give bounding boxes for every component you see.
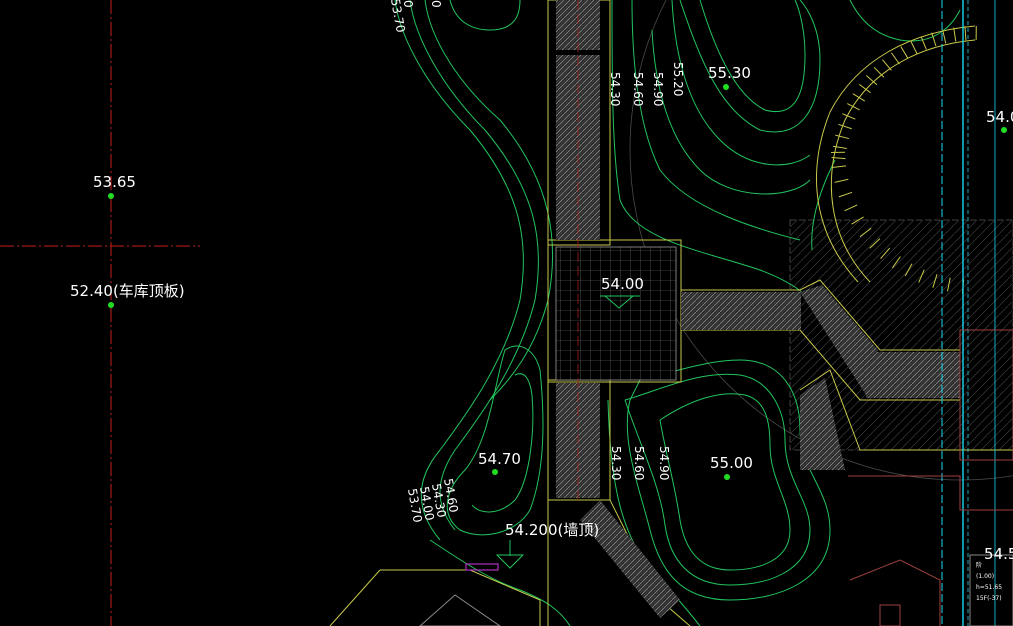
spot-elevation-label: 54.200(墙顶) xyxy=(505,521,600,539)
contour-label: 55.20 xyxy=(671,62,685,97)
ring-block-tick xyxy=(964,26,967,41)
spot-elevation-label: 53.65 xyxy=(93,173,136,191)
ring-block-tick xyxy=(844,204,858,212)
spot-elevation-label: 54.70 xyxy=(478,450,521,468)
spot-elevation-label: 54.0 xyxy=(986,108,1013,126)
contour-label: 54.60 xyxy=(631,72,645,107)
wall-mark xyxy=(465,563,499,571)
ring-block-tick xyxy=(852,93,866,102)
spot-elevation-label: 54.00 xyxy=(601,275,644,293)
ring-block-tick xyxy=(842,113,856,120)
spot-elevation-label: 55.00 xyxy=(710,454,753,472)
spot-elevation-label: 55.30 xyxy=(708,64,751,82)
contour-label: 0 xyxy=(401,0,415,8)
contour-label: 54.90 xyxy=(651,72,665,107)
spot-elevation-label: 52.40(车库顶板) xyxy=(70,282,185,300)
ring-block-tick xyxy=(910,40,918,54)
ring-block-tick xyxy=(873,66,885,78)
contour-label: 54.30 xyxy=(608,72,622,107)
ring-block-tick xyxy=(838,191,853,198)
legend-line: 阶 xyxy=(976,562,983,569)
ring-block-tick xyxy=(858,83,871,94)
ring-block-tick xyxy=(834,178,849,183)
grid-plaza xyxy=(555,246,677,381)
legend-line: 15F(-37) xyxy=(976,595,1002,602)
lower-left-building xyxy=(419,594,501,626)
ring-block-tick xyxy=(838,123,852,130)
contour-label: 0 xyxy=(429,0,443,8)
ring-block-tick xyxy=(900,46,909,59)
ring-block-tick xyxy=(832,165,847,169)
ring-block-tick xyxy=(832,145,847,150)
ring-block-tick xyxy=(931,32,937,47)
contour-label: 54.30 xyxy=(609,446,623,481)
legend-box: 阶 (1.00) h=51.65 15F(-37) xyxy=(976,560,1012,604)
contour-label: 54.60 xyxy=(632,446,646,481)
ring-block-tick xyxy=(953,27,957,42)
ring-block-tick xyxy=(835,134,849,140)
legend-line: (1.00) xyxy=(976,573,995,580)
ring-block-tick xyxy=(890,52,900,65)
ring-block-tick xyxy=(882,59,892,71)
ring-block-tick xyxy=(920,36,927,50)
contour-label: 54.90 xyxy=(657,446,671,481)
axis-lines xyxy=(0,0,200,626)
ring-block-tick xyxy=(942,29,947,44)
legend-line: h=51.65 xyxy=(976,584,1003,591)
